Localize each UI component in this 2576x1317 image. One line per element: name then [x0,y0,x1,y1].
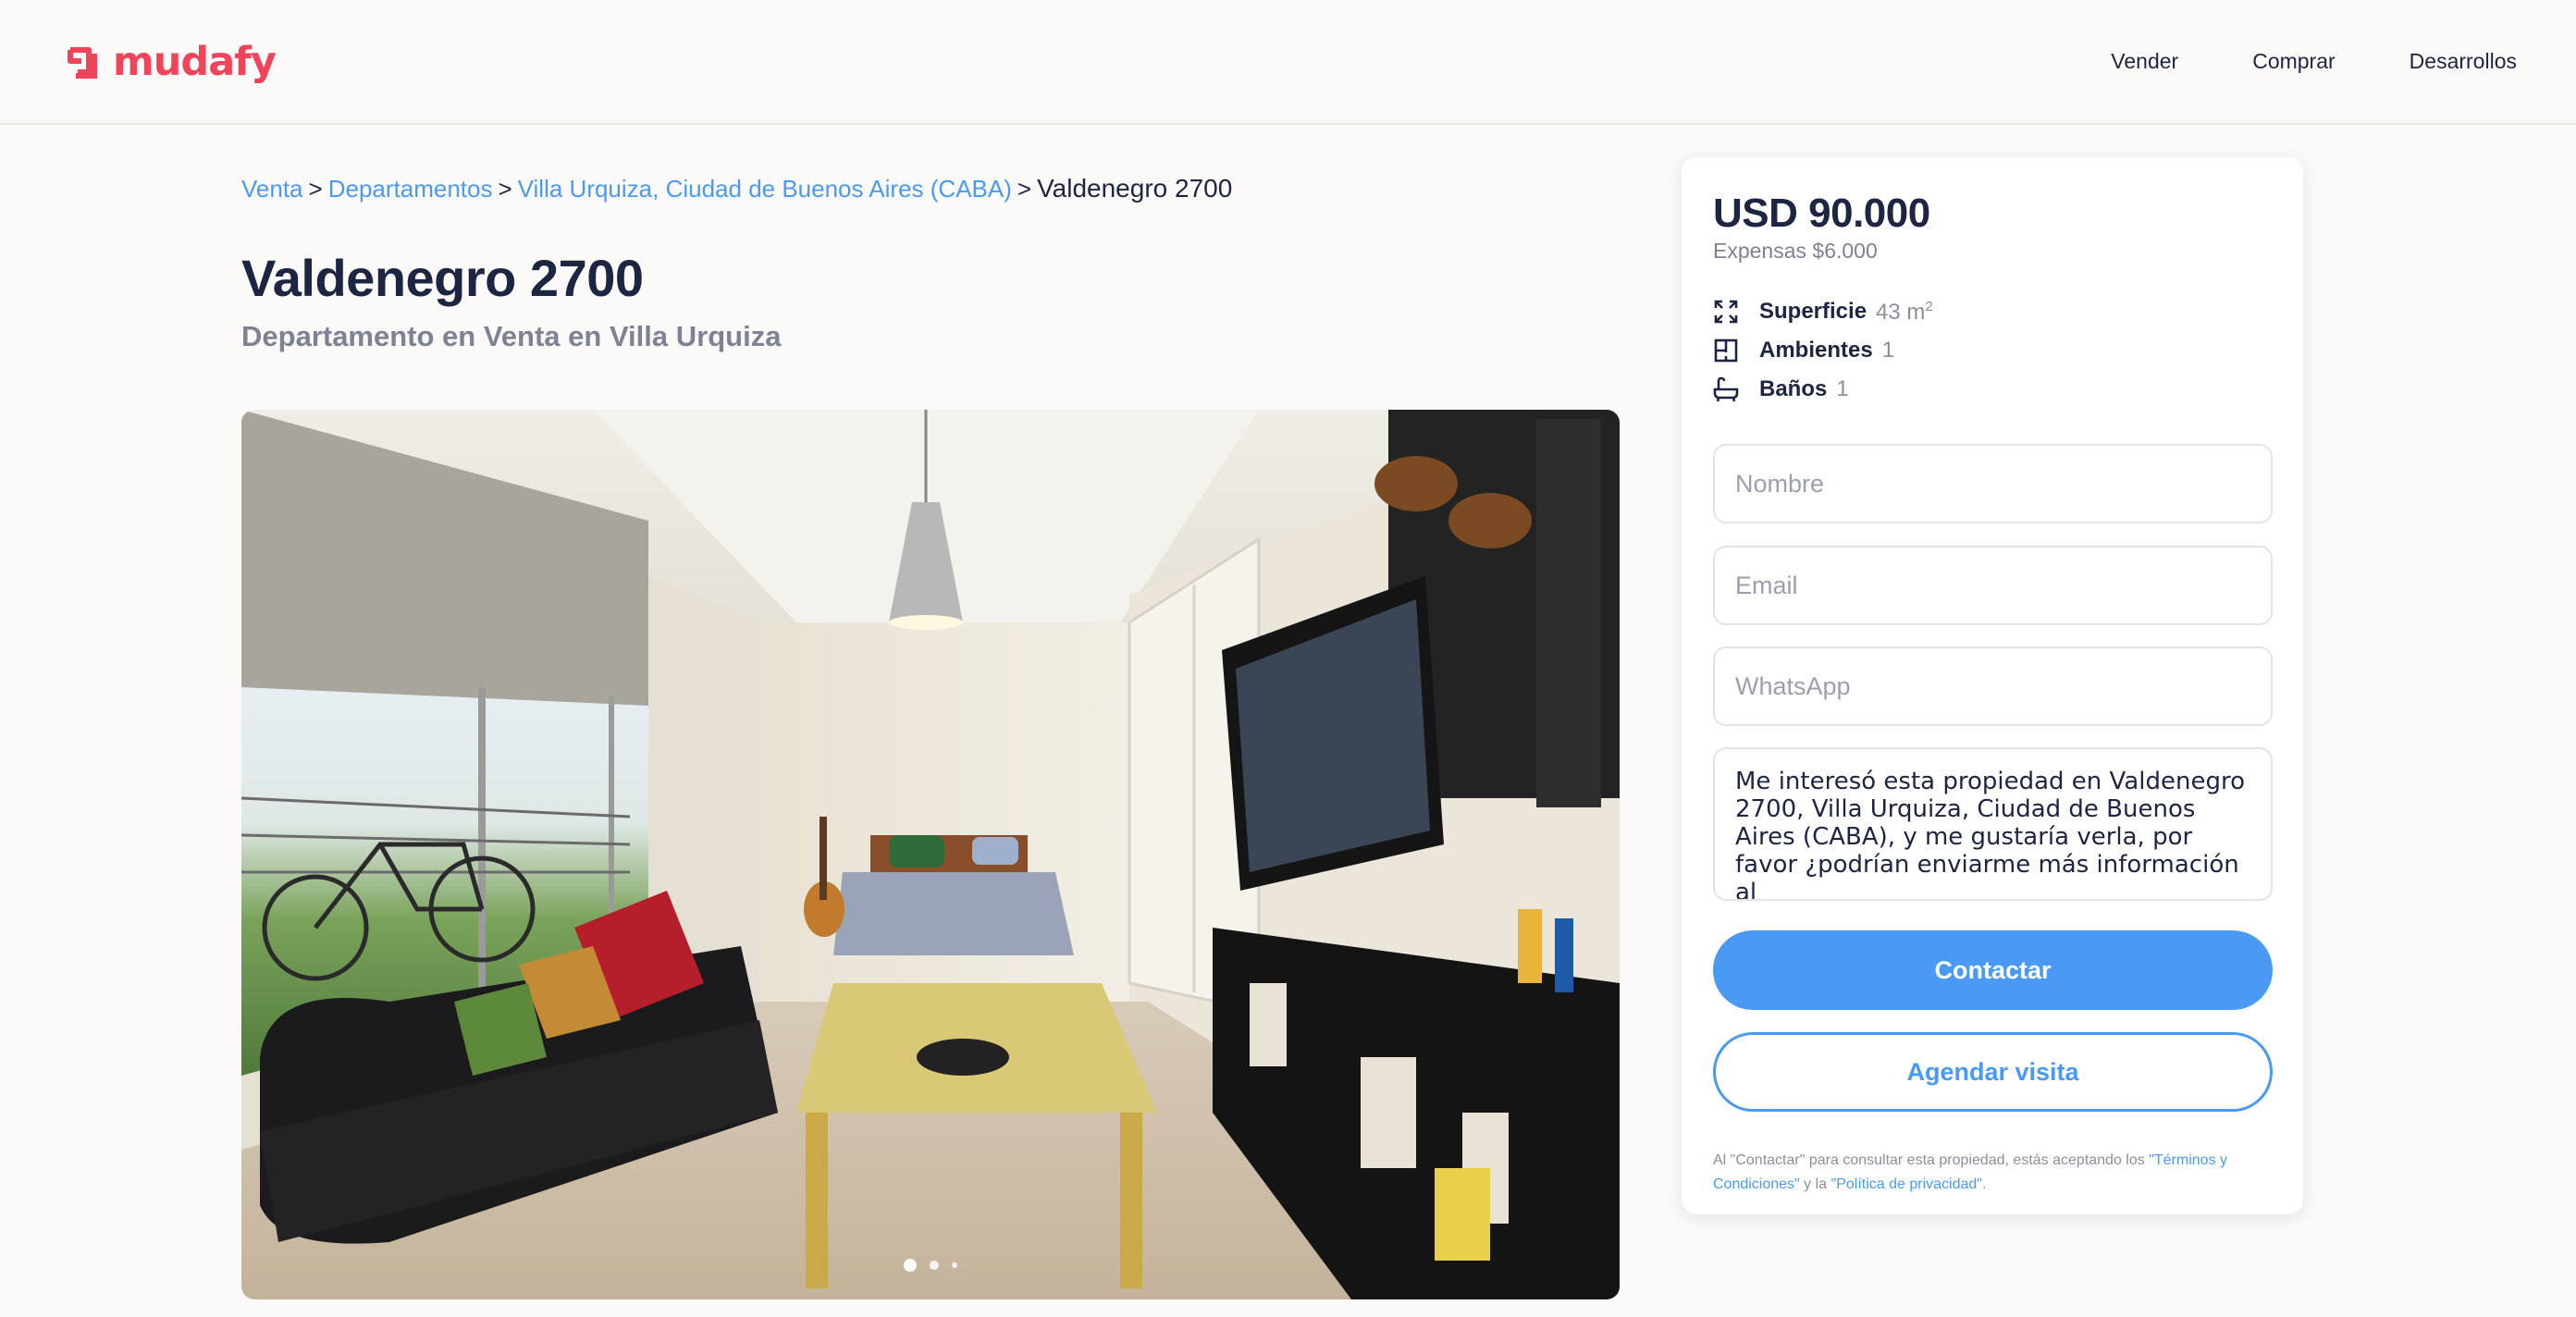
gallery-dot[interactable] [930,1261,939,1270]
breadcrumb-current: Valdenegro 2700 [1037,174,1233,203]
page-subtitle: Departamento en Venta en Villa Urquiza [241,320,782,352]
expand-icon [1714,300,1738,324]
expensas: Expensas $6.000 [1713,239,1878,263]
breadcrumb-separator: > [1017,175,1032,203]
breadcrumb: Venta > Departamentos > Villa Urquiza, Ciuda… [241,172,1232,205]
page-title: Valdenegro 2700 [241,249,644,307]
schedule-visit-button[interactable]: Agendar visita [1713,1032,2273,1112]
breadcrumb-location[interactable]: Villa Urquiza, Ciudad de Buenos Aires (C… [518,175,1012,203]
message-textarea[interactable]: Me interesó esta propiedad en Valdenegro… [1713,747,2273,901]
breadcrumb-departamentos[interactable]: Departamentos [328,175,493,203]
privacy-link[interactable]: "Política de privacidad" [1831,1176,1982,1192]
gallery-dot[interactable] [952,1262,957,1268]
gallery-dot-active[interactable] [904,1259,917,1272]
site-header: mudafy Vender Comprar Desarrollos [0,0,2576,125]
contact-button[interactable]: Contactar [1713,930,2273,1010]
breadcrumb-separator: > [498,175,512,203]
property-photo [241,410,1620,1299]
nav-comprar[interactable]: Comprar [2252,43,2335,80]
gallery-dots [241,1259,1620,1272]
feature-ambientes: Ambientes 1 [1713,331,1933,370]
email-input[interactable] [1713,546,2273,625]
feature-value: 1 [1881,338,1895,363]
feature-label: Ambientes [1759,338,1873,363]
mudafy-logo[interactable]: mudafy [67,37,277,87]
legal-notice: Al "Contactar" para consultar esta propi… [1713,1152,2228,1192]
feature-banos: Baños 1 [1713,370,1933,409]
contact-card: USD 90.000 Expensas $6.000 Superficie 43… [1682,157,2303,1214]
property-photo-gallery[interactable] [241,410,1620,1299]
breadcrumb-venta[interactable]: Venta [241,175,303,203]
feature-superficie: Superficie 43 m2 [1713,292,1933,331]
logo-icon [68,47,97,79]
feature-value: 1 [1836,376,1849,401]
nav-vender[interactable]: Vender [2111,43,2178,80]
bathtub-icon [1713,376,1739,402]
breadcrumb-separator: > [308,175,323,203]
nav-desarrollos[interactable]: Desarrollos [2410,43,2517,80]
feature-label: Baños [1759,376,1828,401]
whatsapp-input[interactable] [1713,646,2273,726]
feature-list: Superficie 43 m2 Ambientes 1 Baños 1 [1713,292,1933,409]
feature-value: 43 m2 [1876,298,1933,325]
main-nav: Vender Comprar Desarrollos [2111,43,2517,80]
name-input[interactable] [1713,444,2273,523]
logo-text: mudafy [113,39,277,85]
feature-label: Superficie [1759,299,1867,324]
floorplan-icon [1714,338,1738,363]
price: USD 90.000 [1713,191,1930,236]
